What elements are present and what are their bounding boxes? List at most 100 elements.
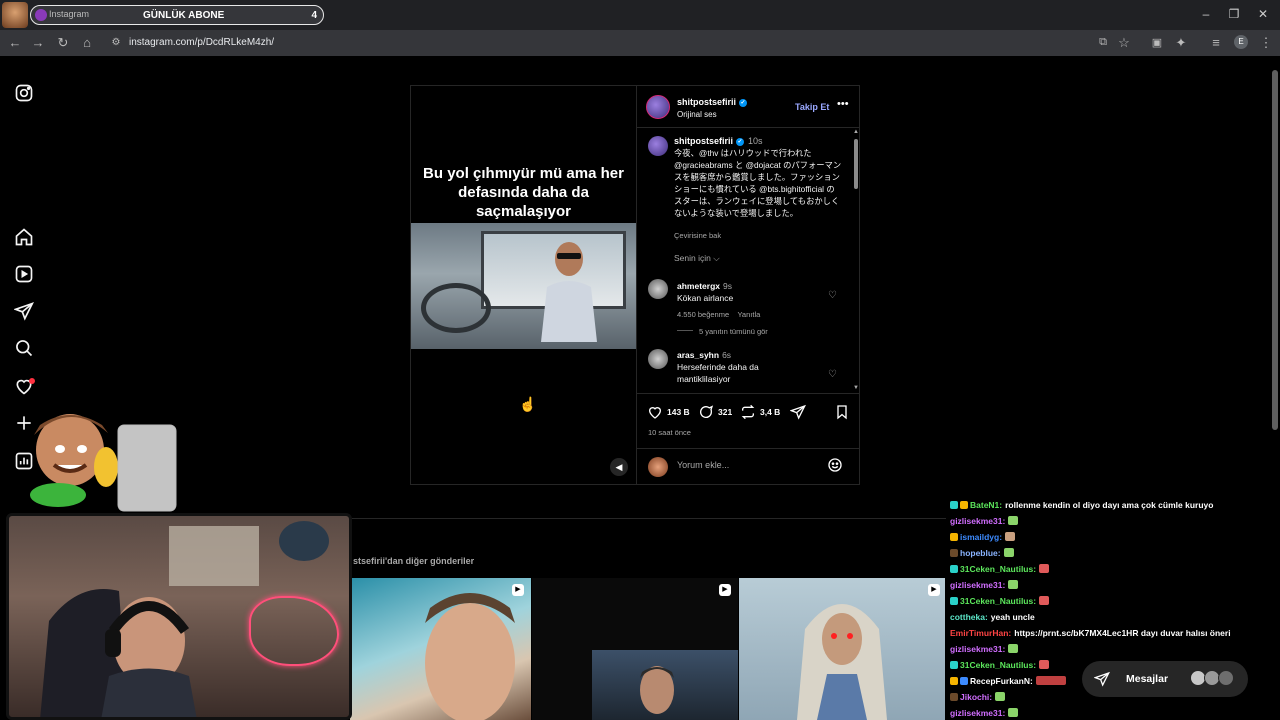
comment-like-icon[interactable]: ♡ (828, 290, 837, 301)
view-replies-link[interactable]: 5 yanıtın tümünü gör (677, 327, 768, 336)
comment-username[interactable]: aras_syhn 6s (677, 350, 731, 360)
current-user-avatar (648, 457, 668, 477)
reel-indicator-icon: ▶ (928, 584, 940, 596)
scroll-down-arrow-icon[interactable]: ▼ (853, 385, 859, 391)
page-scroll-thumb[interactable] (1272, 70, 1278, 430)
reload-icon[interactable]: ↻ (55, 35, 71, 51)
profile-avatar[interactable]: E (1234, 35, 1248, 49)
streamer-sticker-overlay (30, 414, 177, 512)
caption-text: 今夜、@thv はハリウッドで行われた @gracieabrams と @doj… (674, 148, 842, 218)
author-username[interactable]: shitpostsefirii ✓ (677, 97, 748, 107)
tab-count: 4 (311, 10, 317, 21)
caption-username[interactable]: shitpostsefirii ✓ 10s (674, 136, 763, 146)
post-actions: 143 B 321 3,4 B 10 saat önce (637, 393, 860, 448)
comments-list: shitpostsefirii ✓ 10s 今夜、@thv はハリウッドで行われた … (637, 129, 852, 393)
comment-likes[interactable]: 4.550 beğenme (677, 310, 729, 319)
thumbnail-face (640, 666, 674, 714)
section-divider (350, 518, 946, 519)
post-time[interactable]: 10 saat önce (648, 428, 691, 437)
likes-count[interactable]: 143 B (667, 407, 690, 417)
comment-input[interactable]: Yorum ekle... (677, 460, 729, 470)
audio-label[interactable]: Orijinal ses (677, 110, 717, 119)
chat-message: 31Ceken_Nautilus: (950, 564, 1050, 574)
install-app-icon[interactable]: ⧉ (1095, 36, 1111, 49)
comment-username[interactable]: ahmetergx 9s (677, 281, 732, 291)
see-translation-link[interactable]: Çevirisine bak (674, 231, 721, 240)
bookmark-star-icon[interactable]: ☆ (1116, 35, 1132, 51)
close-icon[interactable]: ✕ (1253, 7, 1273, 21)
comment-like-icon[interactable]: ♡ (828, 369, 837, 380)
extensions-icon[interactable]: ✦ (1173, 35, 1189, 51)
post-video[interactable]: Bu yol çıhmıyür mü ama her defasında dah… (411, 86, 636, 484)
menu-kebab-icon[interactable]: ⋮ (1258, 35, 1274, 51)
emote-icon (995, 692, 1006, 701)
video-caption-text: Bu yol çıhmıyür mü ama her defasında dah… (423, 165, 624, 220)
caption-avatar[interactable] (648, 136, 668, 156)
emote-icon (1039, 564, 1050, 573)
reply-link[interactable]: Yanıtla (737, 310, 760, 319)
streamer-figure (40, 589, 197, 717)
comment-icon[interactable] (698, 404, 714, 420)
message-avatar (1218, 670, 1234, 686)
comment-avatar[interactable] (648, 349, 668, 369)
reels-icon[interactable] (14, 264, 34, 284)
sort-dropdown[interactable]: Senin için ⌵ (674, 253, 720, 264)
browser-tab[interactable]: Instagram GÜNLÜK ABONE 4 (30, 5, 324, 25)
chat-message: BateN1: rollenme kendin ol diyo dayı ama … (950, 500, 1213, 510)
back-icon[interactable]: ← (7, 35, 23, 50)
minimize-icon[interactable]: – (1196, 7, 1216, 21)
comment-text: Kökan airlance (677, 293, 734, 303)
author-avatar[interactable] (646, 95, 670, 119)
forward-icon[interactable]: → (30, 35, 46, 50)
streamer-emote-icon (2, 2, 28, 28)
search-icon[interactable] (14, 338, 34, 358)
chat-message: cottheka: yeah uncle (950, 612, 1035, 622)
post-container: Bu yol çıhmıyür mü ama her defasında dah… (410, 85, 860, 485)
share-icon[interactable] (789, 404, 806, 420)
reposts-count[interactable]: 3,4 B (760, 407, 780, 417)
emote-icon (1008, 644, 1019, 653)
tab-search-icon[interactable]: ▣ (1149, 36, 1165, 49)
reel-indicator-icon: ▶ (512, 584, 524, 596)
tab-site-label: Instagram (49, 9, 90, 19)
more-options-icon[interactable]: ••• (837, 98, 849, 110)
messages-button[interactable]: Mesajlar (1082, 661, 1248, 697)
reading-list-icon[interactable]: ≡ (1208, 35, 1224, 50)
emote-icon (1039, 660, 1050, 669)
emote-icon (1008, 580, 1019, 589)
tab-title: GÜNLÜK ABONE (143, 10, 225, 21)
comment-meta: 4.550 beğenme Yanıtla (677, 310, 760, 319)
driver-figure (541, 242, 597, 342)
site-info-icon[interactable]: ⚙ (108, 37, 124, 48)
home-icon[interactable] (14, 227, 34, 247)
restore-icon[interactable]: ❐ (1224, 7, 1244, 21)
emote-icon (1008, 708, 1019, 717)
url-field[interactable]: instagram.com/p/DcdRLkeM4zh/ (129, 37, 274, 48)
comments-count[interactable]: 321 (718, 407, 732, 417)
post-thumbnail[interactable]: ▶ (532, 578, 738, 720)
notification-dot (29, 378, 35, 384)
direct-message-icon (1093, 671, 1110, 687)
repost-icon[interactable] (740, 404, 756, 420)
verified-icon: ✓ (739, 99, 748, 107)
comment-text: Herseferinde daha da mantiklilasiyor (677, 362, 759, 384)
post-thumbnail[interactable]: ▶ (350, 578, 531, 720)
thumbnail-figure (797, 604, 887, 720)
more-posts-heading: stsefirii'dan diğer gönderiler (353, 556, 475, 566)
comment-avatar[interactable] (648, 279, 668, 299)
emote-icon (1008, 516, 1019, 525)
post-header: shitpostsefirii ✓ Orijinal ses Takip Et •… (637, 86, 860, 128)
home-browser-icon[interactable]: ⌂ (79, 35, 95, 50)
like-icon[interactable] (647, 404, 663, 420)
speaker-icon[interactable]: ◀ (610, 458, 628, 476)
emoji-icon[interactable] (827, 457, 843, 473)
direct-icon[interactable] (13, 301, 34, 321)
page-scrollbar[interactable] (1271, 58, 1279, 430)
save-bookmark-icon[interactable] (834, 404, 850, 420)
scroll-up-arrow-icon[interactable]: ▲ (853, 129, 859, 135)
follow-button[interactable]: Takip Et (795, 102, 829, 112)
instagram-logo-icon[interactable] (14, 83, 34, 103)
comments-scrollbar[interactable]: ▲ ▼ (852, 129, 860, 393)
scroll-thumb[interactable] (854, 139, 858, 189)
post-thumbnail[interactable]: ▶ (739, 578, 945, 720)
